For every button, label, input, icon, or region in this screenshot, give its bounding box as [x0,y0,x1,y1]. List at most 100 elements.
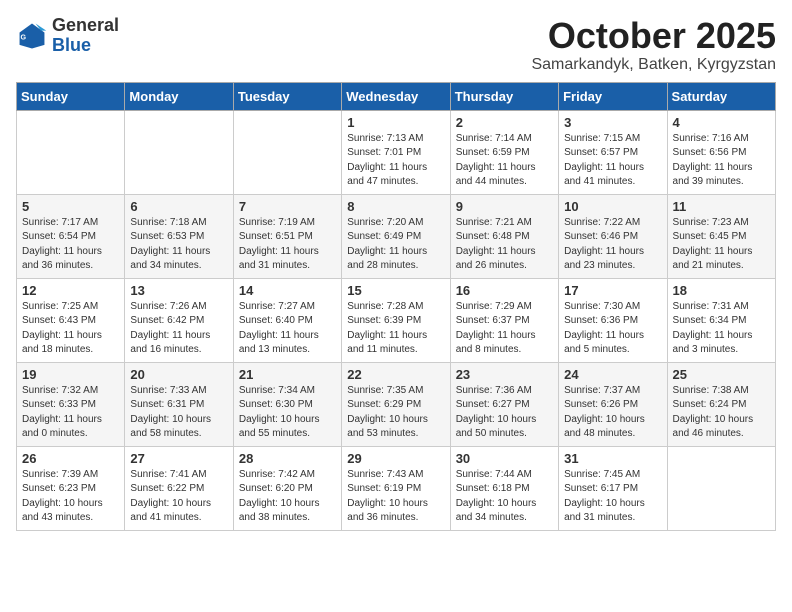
day-info: Sunrise: 7:35 AM Sunset: 6:29 PM Dayligh… [347,384,444,442]
day-number: 15 [347,283,444,298]
calendar-cell: 30Sunrise: 7:44 AM Sunset: 6:18 PM Dayli… [450,446,558,530]
day-info: Sunrise: 7:32 AM Sunset: 6:33 PM Dayligh… [22,384,119,442]
day-info: Sunrise: 7:21 AM Sunset: 6:48 PM Dayligh… [456,216,553,274]
calendar-cell: 20 Sunrise: 7:33 AM Sunset: 6:31 PM Dayli… [125,362,233,446]
day-number: 31 [564,451,661,466]
day-number: 14 [239,283,336,298]
calendar-cell: 22 Sunrise: 7:35 AM Sunset: 6:29 PM Dayli… [342,362,450,446]
day-number: 17 [564,283,661,298]
calendar-cell: 15Sunrise: 7:28 AM Sunset: 6:39 PM Dayli… [342,278,450,362]
weekday-header-saturday: Saturday [667,82,775,110]
calendar-week-4: 19 Sunrise: 7:32 AM Sunset: 6:33 PM Dayli… [17,362,776,446]
day-number: 7 [239,199,336,214]
calendar-cell: 26 Sunrise: 7:39 AM Sunset: 6:23 PM Dayli… [17,446,125,530]
day-number: 6 [130,199,227,214]
calendar-cell [233,110,341,194]
page-header: G General Blue October 2025 Samarkandyk,… [16,16,776,74]
day-number: 8 [347,199,444,214]
day-number: 16 [456,283,553,298]
calendar-week-1: 1 Sunrise: 7:13 AM Sunset: 7:01 PM Daylig… [17,110,776,194]
calendar-cell: 25 Sunrise: 7:38 AM Sunset: 6:24 PM Dayli… [667,362,775,446]
day-number: 30 [456,451,553,466]
day-info: Sunrise: 7:43 AM Sunset: 6:19 PM Dayligh… [347,468,444,526]
day-info: Sunrise: 7:26 AM Sunset: 6:42 PM Dayligh… [130,300,227,358]
month-title: October 2025 [531,16,776,56]
day-number: 12 [22,283,119,298]
day-number: 19 [22,367,119,382]
calendar-cell: 19 Sunrise: 7:32 AM Sunset: 6:33 PM Dayli… [17,362,125,446]
day-number: 26 [22,451,119,466]
calendar-cell [125,110,233,194]
day-number: 10 [564,199,661,214]
day-info: Sunrise: 7:14 AM Sunset: 6:59 PM Dayligh… [456,132,553,190]
day-info: Sunrise: 7:36 AM Sunset: 6:27 PM Dayligh… [456,384,553,442]
day-info: Sunrise: 7:42 AM Sunset: 6:20 PM Dayligh… [239,468,336,526]
calendar-cell: 1 Sunrise: 7:13 AM Sunset: 7:01 PM Daylig… [342,110,450,194]
day-info: Sunrise: 7:31 AM Sunset: 6:34 PM Dayligh… [673,300,770,358]
day-info: Sunrise: 7:23 AM Sunset: 6:45 PM Dayligh… [673,216,770,274]
calendar-cell: 4Sunrise: 7:16 AM Sunset: 6:56 PM Daylig… [667,110,775,194]
day-number: 21 [239,367,336,382]
day-number: 3 [564,115,661,130]
calendar-cell: 23 Sunrise: 7:36 AM Sunset: 6:27 PM Dayli… [450,362,558,446]
weekday-header-tuesday: Tuesday [233,82,341,110]
day-info: Sunrise: 7:30 AM Sunset: 6:36 PM Dayligh… [564,300,661,358]
calendar-cell: 27Sunrise: 7:41 AM Sunset: 6:22 PM Dayli… [125,446,233,530]
calendar-week-5: 26 Sunrise: 7:39 AM Sunset: 6:23 PM Dayli… [17,446,776,530]
day-number: 1 [347,115,444,130]
weekday-header-monday: Monday [125,82,233,110]
day-number: 29 [347,451,444,466]
day-info: Sunrise: 7:20 AM Sunset: 6:49 PM Dayligh… [347,216,444,274]
calendar-cell: 24Sunrise: 7:37 AM Sunset: 6:26 PM Dayli… [559,362,667,446]
day-info: Sunrise: 7:33 AM Sunset: 6:31 PM Dayligh… [130,384,227,442]
day-number: 18 [673,283,770,298]
day-number: 4 [673,115,770,130]
calendar-cell [17,110,125,194]
location: Samarkandyk, Batken, Kyrgyzstan [531,56,776,74]
day-info: Sunrise: 7:38 AM Sunset: 6:24 PM Dayligh… [673,384,770,442]
calendar-cell: 8 Sunrise: 7:20 AM Sunset: 6:49 PM Daylig… [342,194,450,278]
svg-text:G: G [20,33,26,41]
day-info: Sunrise: 7:27 AM Sunset: 6:40 PM Dayligh… [239,300,336,358]
day-info: Sunrise: 7:25 AM Sunset: 6:43 PM Dayligh… [22,300,119,358]
calendar-cell: 12 Sunrise: 7:25 AM Sunset: 6:43 PM Dayli… [17,278,125,362]
calendar-cell: 11Sunrise: 7:23 AM Sunset: 6:45 PM Dayli… [667,194,775,278]
weekday-header-thursday: Thursday [450,82,558,110]
weekday-header-sunday: Sunday [17,82,125,110]
day-number: 27 [130,451,227,466]
calendar-week-3: 12 Sunrise: 7:25 AM Sunset: 6:43 PM Dayli… [17,278,776,362]
calendar-cell: 3Sunrise: 7:15 AM Sunset: 6:57 PM Daylig… [559,110,667,194]
logo-general-text: General [52,15,119,35]
day-number: 5 [22,199,119,214]
day-number: 25 [673,367,770,382]
logo-blue-text: Blue [52,35,91,55]
day-info: Sunrise: 7:17 AM Sunset: 6:54 PM Dayligh… [22,216,119,274]
day-number: 9 [456,199,553,214]
calendar-cell: 7 Sunrise: 7:19 AM Sunset: 6:51 PM Daylig… [233,194,341,278]
calendar-cell: 29 Sunrise: 7:43 AM Sunset: 6:19 PM Dayli… [342,446,450,530]
calendar-week-2: 5 Sunrise: 7:17 AM Sunset: 6:54 PM Daylig… [17,194,776,278]
calendar-cell: 2Sunrise: 7:14 AM Sunset: 6:59 PM Daylig… [450,110,558,194]
logo-text: General Blue [52,16,119,56]
day-info: Sunrise: 7:13 AM Sunset: 7:01 PM Dayligh… [347,132,444,190]
day-number: 13 [130,283,227,298]
calendar-cell: 10Sunrise: 7:22 AM Sunset: 6:46 PM Dayli… [559,194,667,278]
day-info: Sunrise: 7:29 AM Sunset: 6:37 PM Dayligh… [456,300,553,358]
day-number: 23 [456,367,553,382]
weekday-header-row: SundayMondayTuesdayWednesdayThursdayFrid… [17,82,776,110]
day-info: Sunrise: 7:37 AM Sunset: 6:26 PM Dayligh… [564,384,661,442]
title-block: October 2025 Samarkandyk, Batken, Kyrgyz… [531,16,776,74]
calendar-cell: 21Sunrise: 7:34 AM Sunset: 6:30 PM Dayli… [233,362,341,446]
day-number: 20 [130,367,227,382]
day-number: 22 [347,367,444,382]
calendar-cell: 14 Sunrise: 7:27 AM Sunset: 6:40 PM Dayli… [233,278,341,362]
day-info: Sunrise: 7:18 AM Sunset: 6:53 PM Dayligh… [130,216,227,274]
day-info: Sunrise: 7:19 AM Sunset: 6:51 PM Dayligh… [239,216,336,274]
calendar-cell: 28 Sunrise: 7:42 AM Sunset: 6:20 PM Dayli… [233,446,341,530]
day-info: Sunrise: 7:39 AM Sunset: 6:23 PM Dayligh… [22,468,119,526]
weekday-header-friday: Friday [559,82,667,110]
calendar-table: SundayMondayTuesdayWednesdayThursdayFrid… [16,82,776,531]
day-info: Sunrise: 7:45 AM Sunset: 6:17 PM Dayligh… [564,468,661,526]
calendar-cell: 9 Sunrise: 7:21 AM Sunset: 6:48 PM Daylig… [450,194,558,278]
day-number: 28 [239,451,336,466]
